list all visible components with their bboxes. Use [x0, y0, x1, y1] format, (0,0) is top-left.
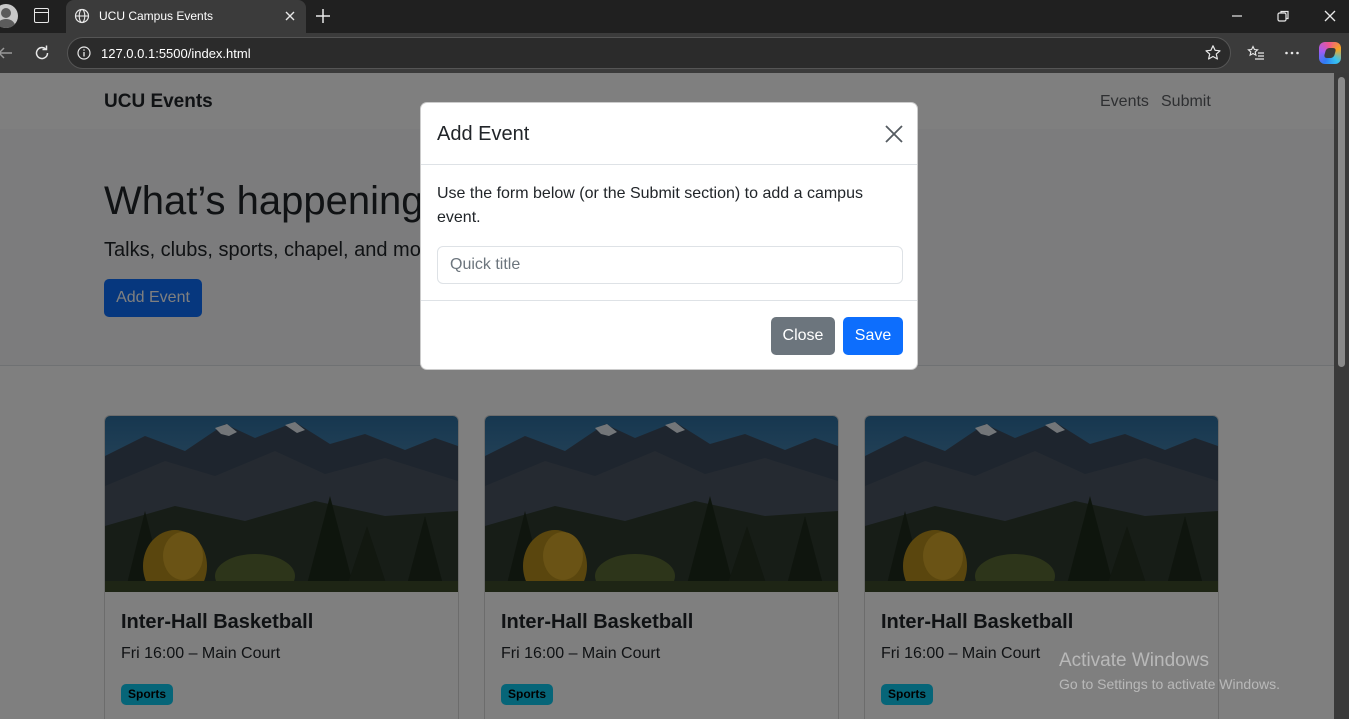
browser-toolbar: 127.0.0.1:5500/index.html	[0, 33, 1349, 73]
url-text[interactable]: 127.0.0.1:5500/index.html	[101, 46, 251, 61]
copilot-icon[interactable]	[1319, 42, 1341, 64]
scrollbar-thumb[interactable]	[1338, 77, 1345, 367]
activation-watermark-subtitle: Go to Settings to activate Windows.	[1059, 676, 1280, 692]
close-tab-icon[interactable]	[283, 9, 297, 23]
close-window-icon[interactable]	[1321, 7, 1339, 25]
web-page: UCU Events Events Submit What’s happenin…	[0, 73, 1349, 719]
restore-icon[interactable]	[1274, 7, 1292, 25]
address-bar[interactable]: 127.0.0.1:5500/index.html	[67, 37, 1231, 69]
browser-tab[interactable]: UCU Campus Events	[66, 0, 306, 33]
favorite-star-icon[interactable]	[1204, 44, 1222, 62]
site-info-icon[interactable]	[77, 46, 91, 60]
more-options-icon[interactable]	[1283, 44, 1301, 62]
close-icon[interactable]	[884, 124, 904, 144]
activation-watermark-title: Activate Windows	[1059, 650, 1209, 671]
modal-footer: Close Save	[421, 300, 917, 369]
modal-title: Add Event	[437, 123, 530, 145]
save-button[interactable]: Save	[843, 317, 903, 355]
modal-header: Add Event	[421, 103, 917, 165]
minimize-icon[interactable]	[1228, 7, 1246, 25]
globe-icon	[74, 8, 90, 24]
add-event-modal: Add Event Use the form below (or the Sub…	[420, 102, 918, 370]
close-button[interactable]: Close	[771, 317, 835, 355]
back-arrow-icon[interactable]	[0, 44, 14, 62]
new-tab-icon[interactable]	[314, 7, 332, 25]
tab-title: UCU Campus Events	[99, 9, 214, 23]
profile-icon[interactable]	[0, 4, 18, 28]
favorites-list-icon[interactable]	[1247, 44, 1265, 62]
workspaces-icon[interactable]	[34, 8, 49, 23]
modal-description: Use the form below (or the Submit sectio…	[437, 185, 863, 226]
quick-title-input[interactable]	[437, 246, 903, 284]
refresh-icon[interactable]	[32, 43, 52, 63]
browser-titlebar: UCU Campus Events	[0, 0, 1349, 33]
